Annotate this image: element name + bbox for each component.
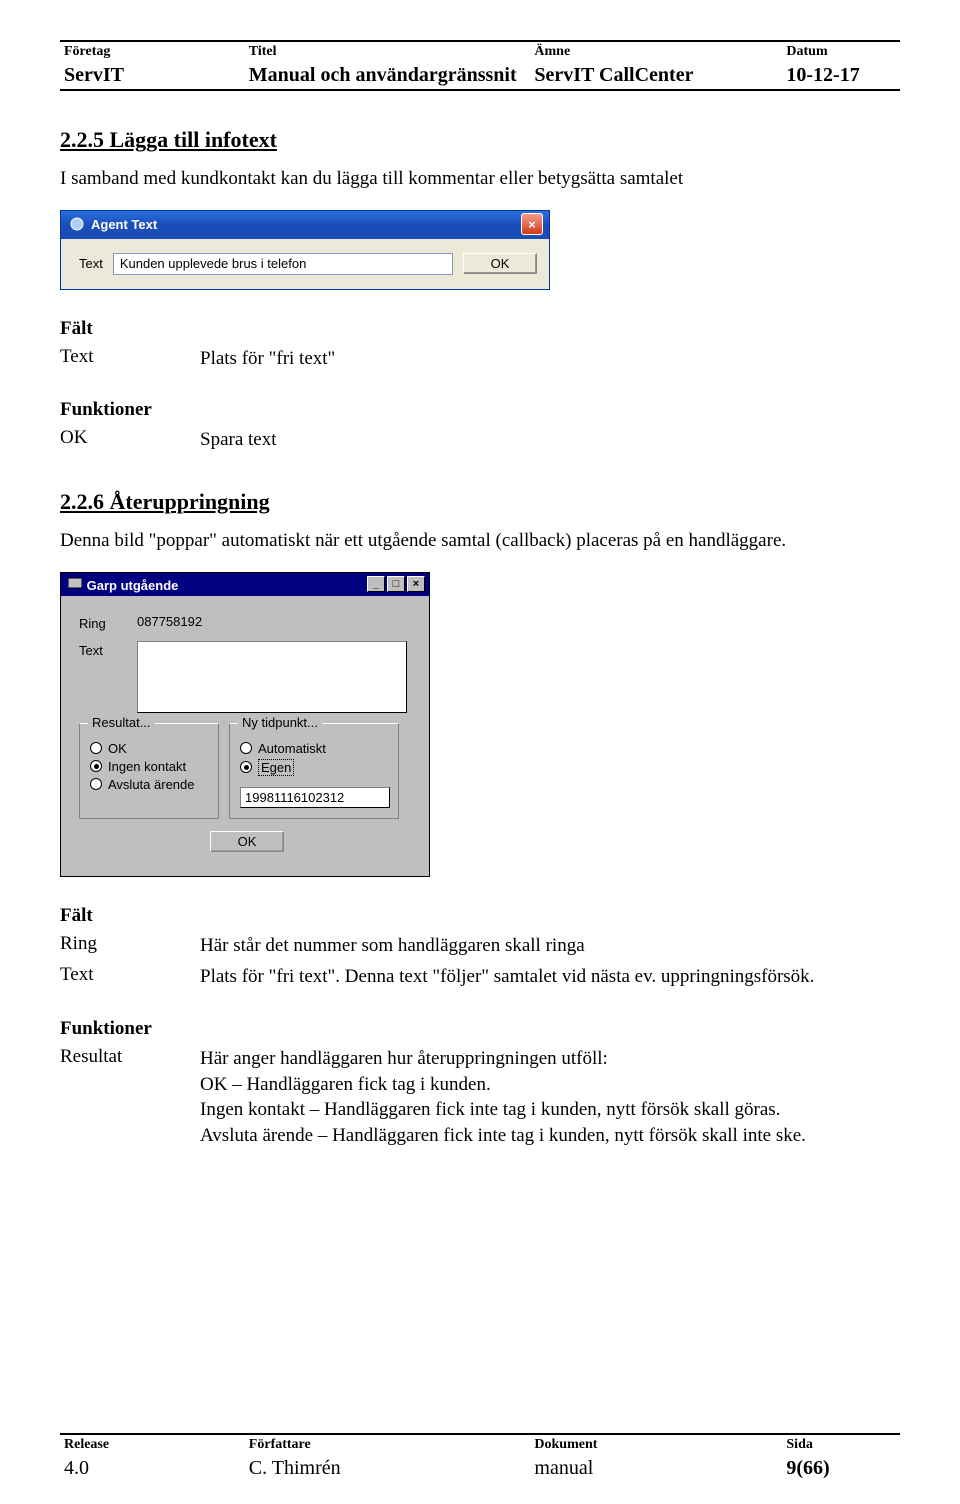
radio-avsluta[interactable]: Avsluta ärende — [90, 777, 208, 792]
radio-icon — [90, 760, 102, 772]
ftr-page-label: Sida — [782, 1434, 900, 1455]
hdr-subject-label: Ämne — [530, 41, 782, 62]
radio-ok[interactable]: OK — [90, 741, 208, 756]
field-key-ring: Ring — [60, 933, 200, 959]
funk-key-ok: OK — [60, 427, 200, 453]
hdr-date-value: 10-12-17 — [782, 62, 900, 90]
radio-egen-label: Egen — [258, 759, 294, 776]
hdr-title-label: Titel — [245, 41, 531, 62]
radio-auto-label: Automatiskt — [258, 741, 326, 756]
ring-label: Ring — [79, 614, 137, 631]
hdr-company-value: ServIT — [60, 62, 245, 90]
ftr-author-value: C. Thimrén — [245, 1455, 531, 1482]
radio-icon — [90, 742, 102, 754]
hdr-company-label: Företag — [60, 41, 245, 62]
resultat-groupbox: OK Ingen kontakt Avsluta ärende — [79, 723, 219, 819]
ftr-document-label: Dokument — [530, 1434, 782, 1455]
document-page: Företag Titel Ämne Datum ServIT Manual o… — [0, 0, 960, 1504]
close-icon[interactable]: × — [407, 576, 425, 592]
resultat-line-0: Här anger handläggaren hur återuppringni… — [200, 1046, 900, 1072]
nytidpunkt-groupbox: Automatiskt Egen — [229, 723, 399, 819]
hdr-subject-value: ServIT CallCenter — [530, 62, 782, 90]
ok-button[interactable]: OK — [210, 831, 284, 852]
garp-app-icon — [67, 575, 83, 591]
ftr-author-label: Författare — [245, 1434, 531, 1455]
close-icon[interactable]: × — [521, 213, 543, 235]
field-key-text: Text — [60, 346, 200, 372]
section-225-intro: I samband med kundkontakt kan du lägga t… — [60, 167, 900, 192]
resultat-key: Resultat — [60, 1046, 200, 1149]
field-row-text2: Text Plats för "fri text". Denna text "f… — [60, 964, 900, 990]
resultat-line-1: OK – Handläggaren fick tag i kunden. — [200, 1072, 900, 1098]
field-val-text2: Plats för "fri text". Denna text "följer… — [200, 964, 900, 990]
resultat-line-3: Avsluta ärende – Handläggaren fick inte … — [200, 1123, 900, 1149]
radio-icon — [240, 742, 252, 754]
radio-avsluta-label: Avsluta ärende — [108, 777, 195, 792]
hdr-date-label: Datum — [782, 41, 900, 62]
field-key-text2: Text — [60, 964, 200, 990]
agent-text-dialog: Agent Text × Text OK — [60, 210, 550, 290]
page-footer: Release Författare Dokument Sida 4.0 C. … — [60, 1433, 900, 1482]
section-226-heading: 2.2.6 Återuppringning — [60, 489, 900, 515]
page-header: Företag Titel Ämne Datum ServIT Manual o… — [60, 40, 900, 91]
resultat-line-2: Ingen kontakt – Handläggaren fick inte t… — [200, 1097, 900, 1123]
agent-text-title: Agent Text — [91, 217, 157, 232]
radio-ingen-label: Ingen kontakt — [108, 759, 186, 774]
agent-text-titlebar[interactable]: Agent Text × — [61, 211, 549, 239]
field-val-ring: Här står det nummer som handläggaren ska… — [200, 933, 900, 959]
timestamp-input[interactable] — [240, 787, 390, 808]
agent-text-app-icon — [69, 216, 85, 232]
garp-titlebar[interactable]: Garp utgående _ □ × — [61, 573, 429, 596]
agent-text-field-label: Text — [79, 256, 103, 271]
garp-text-label: Text — [79, 641, 137, 658]
garp-textarea[interactable] — [137, 641, 407, 713]
ring-value: 087758192 — [137, 614, 202, 629]
radio-icon — [240, 761, 252, 773]
field-val-text: Plats för "fri text" — [200, 346, 900, 372]
radio-ingen-kontakt[interactable]: Ingen kontakt — [90, 759, 208, 774]
ftr-release-value: 4.0 — [60, 1455, 245, 1482]
radio-ok-label: OK — [108, 741, 127, 756]
funk-val-ok: Spara text — [200, 427, 900, 453]
funk-row-ok: OK Spara text — [60, 427, 900, 453]
resultat-val: Här anger handläggaren hur återuppringni… — [200, 1046, 900, 1149]
ftr-release-label: Release — [60, 1434, 245, 1455]
garp-dialog: Garp utgående _ □ × Ring 087758192 Text … — [60, 572, 430, 877]
maximize-icon[interactable]: □ — [387, 576, 405, 592]
radio-egen[interactable]: Egen — [240, 759, 388, 776]
field-row-ring: Ring Här står det nummer som handläggare… — [60, 933, 900, 959]
radio-icon — [90, 778, 102, 790]
section-226-intro: Denna bild "poppar" automatiskt när ett … — [60, 529, 900, 554]
ok-button[interactable]: OK — [463, 253, 537, 274]
ftr-document-value: manual — [530, 1455, 782, 1482]
field-row-text: Text Plats för "fri text" — [60, 346, 900, 372]
agent-text-input[interactable] — [113, 253, 453, 275]
falt-heading-2: Fält — [60, 905, 900, 927]
radio-automatiskt[interactable]: Automatiskt — [240, 741, 388, 756]
ftr-page-value: 9(66) — [782, 1455, 900, 1482]
minimize-icon[interactable]: _ — [367, 576, 385, 592]
falt-heading-1: Fält — [60, 318, 900, 340]
resultat-row: Resultat Här anger handläggaren hur åter… — [60, 1046, 900, 1149]
garp-title: Garp utgående — [87, 578, 179, 593]
funktioner-heading-1: Funktioner — [60, 399, 900, 421]
section-225-heading: 2.2.5 Lägga till infotext — [60, 127, 900, 153]
hdr-title-value: Manual och användargränssnit — [245, 62, 531, 90]
funktioner-heading-2: Funktioner — [60, 1018, 900, 1040]
